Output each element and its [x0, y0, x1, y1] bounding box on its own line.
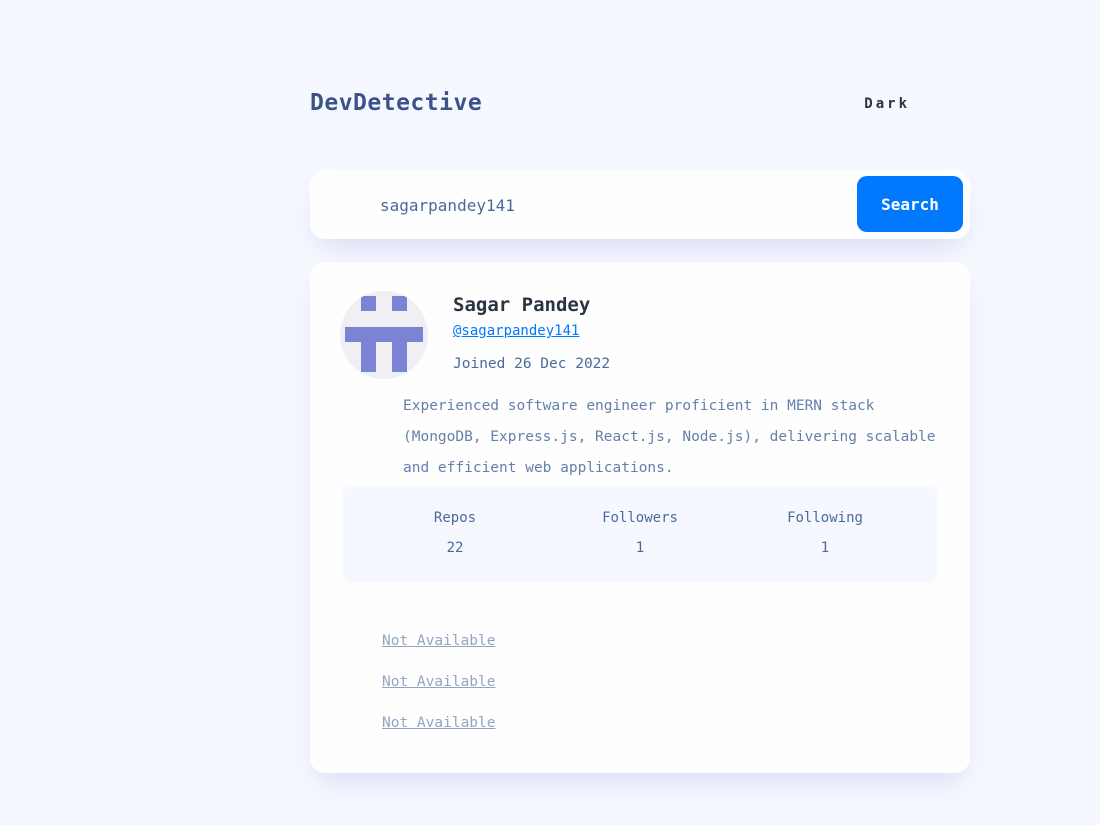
stat-value: 1	[820, 540, 830, 556]
stat-followers: Followers 1	[560, 510, 720, 556]
profile-links: Not Available Not Available Not Availabl…	[382, 633, 496, 756]
stat-value: 22	[446, 540, 464, 556]
stat-following: Following 1	[745, 510, 905, 556]
search-bar: Search	[310, 170, 970, 239]
stat-value: 1	[635, 540, 645, 556]
identicon-icon	[345, 296, 423, 372]
profile-card: Sagar Pandey @sagarpandey141 Joined 26 D…	[310, 262, 970, 773]
stat-label: Followers	[602, 510, 678, 526]
search-input[interactable]	[380, 192, 820, 218]
header: DevDetective Dark	[310, 90, 910, 124]
stat-label: Repos	[433, 510, 477, 526]
twitter-link[interactable]: Not Available	[382, 715, 496, 731]
stats-panel: Repos 22 Followers 1 Following 1	[342, 486, 938, 583]
website-link[interactable]: Not Available	[382, 674, 496, 690]
stat-label: Following	[787, 510, 863, 526]
profile-username-link[interactable]: @sagarpandey141	[453, 323, 579, 339]
stat-repos: Repos 22	[375, 510, 535, 556]
joined-date: Joined 26 Dec 2022	[453, 356, 611, 372]
avatar	[340, 291, 428, 379]
search-button[interactable]: Search	[857, 176, 963, 232]
app-title: DevDetective	[310, 90, 483, 116]
location-link[interactable]: Not Available	[382, 633, 496, 649]
profile-bio: Experienced software engineer proficient…	[403, 398, 936, 476]
theme-toggle[interactable]: Dark	[864, 96, 910, 112]
profile-name: Sagar Pandey	[453, 294, 591, 316]
app-page: DevDetective Dark Search Sagar Pandey @s…	[0, 0, 1100, 825]
